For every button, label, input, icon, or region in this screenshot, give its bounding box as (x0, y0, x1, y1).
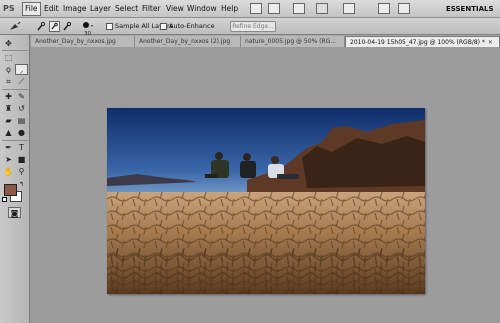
marquee-icon[interactable]: ⬚ (2, 52, 15, 63)
photoshop-logo: PS (3, 4, 15, 13)
shape-icon[interactable]: ■ (15, 154, 28, 165)
tab-document-3[interactable]: nature_0005.jpg @ 50% (RG... (241, 36, 345, 47)
document-tabs: Another_Day_by_nxxos.jpg Another_Day_by_… (31, 35, 500, 47)
move-icon[interactable]: ✥ (2, 38, 15, 49)
path-selection-icon[interactable]: ➤ (2, 154, 15, 165)
quick-selection-icon[interactable]: ⸝ (15, 64, 28, 75)
add-to-selection-icon[interactable] (49, 21, 60, 32)
tool-preset-icon[interactable] (8, 21, 22, 32)
auto-enhance-label: Auto-Enhance (169, 22, 215, 30)
extras-icon[interactable] (293, 3, 305, 14)
default-colors-icon[interactable] (2, 197, 7, 202)
menu-file[interactable]: File (22, 2, 41, 16)
refine-edge-button[interactable]: Refine Edge... (230, 21, 276, 32)
tool-divider (2, 89, 28, 90)
tab-document-2[interactable]: Another_Day_by_nxxos (2).jpg (135, 36, 241, 47)
brush-icon[interactable]: ✎ (15, 91, 28, 102)
close-icon[interactable]: ✕ (488, 39, 493, 46)
options-bar: 30 Sample All Layers Auto-Enhance Refine… (0, 18, 500, 37)
screen-mode-icon[interactable] (398, 3, 410, 14)
pen-icon[interactable]: ✒ (2, 142, 15, 153)
canvas-area[interactable] (31, 48, 500, 323)
desert-photo (107, 108, 425, 294)
blur-icon[interactable]: ▲ (2, 127, 15, 138)
tool-divider (2, 50, 28, 51)
sample-all-layers-checkbox[interactable] (106, 23, 113, 30)
tab-label: Another_Day_by_nxxos (2).jpg (139, 38, 231, 45)
tool-divider (2, 140, 28, 141)
arrange-documents-icon[interactable] (378, 3, 390, 14)
menu-edit[interactable]: Edit (44, 2, 59, 16)
menu-select[interactable]: Select (115, 2, 138, 16)
gradient-icon[interactable]: ▤ (15, 115, 28, 126)
tab-document-active[interactable]: 2010-04-19 15h05_47.jpg @ 100% (RGB/8) *… (345, 36, 500, 47)
healing-brush-icon[interactable]: ✚ (2, 91, 15, 102)
menu-bar: PS File Edit Image Layer Select Filter V… (0, 0, 500, 18)
dodge-icon[interactable]: ● (15, 127, 28, 138)
zoom-icon[interactable]: ⚲ (15, 166, 28, 177)
new-selection-icon[interactable] (36, 21, 47, 32)
menu-filter[interactable]: Filter (142, 2, 161, 16)
hand-tool-icon[interactable] (343, 3, 355, 14)
mini-bridge-icon[interactable] (268, 3, 280, 14)
tab-label: nature_0005.jpg @ 50% (RG... (245, 38, 337, 45)
menu-layer[interactable]: Layer (90, 2, 111, 16)
eraser-icon[interactable]: ▰ (2, 115, 15, 126)
bridge-icon[interactable] (250, 3, 262, 14)
tools-panel: ✥ ⬚ ϙ ⸝ ⌗ ⟋ ✚ ✎ ♜ ↺ ▰ ▤ ▲ ● ✒ T ➤ ■ ✋ ⚲ … (0, 35, 30, 323)
workspace-switcher[interactable]: ESSENTIALS (446, 2, 494, 16)
history-brush-icon[interactable]: ↺ (15, 103, 28, 114)
clone-stamp-icon[interactable]: ♜ (2, 103, 15, 114)
subtract-from-selection-icon[interactable] (62, 21, 73, 32)
tab-label: 2010-04-19 15h05_47.jpg @ 100% (RGB/8) * (350, 39, 485, 46)
menu-window[interactable]: Window (187, 2, 217, 16)
lasso-icon[interactable]: ϙ (2, 64, 15, 75)
menu-help[interactable]: Help (221, 2, 238, 16)
swap-colors-icon[interactable]: ↰ (19, 181, 24, 188)
quick-mask-icon[interactable]: ◙ (8, 207, 21, 218)
foreground-color-swatch[interactable] (4, 184, 17, 196)
tab-document-1[interactable]: Another_Day_by_nxxos.jpg (31, 36, 135, 47)
auto-enhance-checkbox[interactable] (160, 23, 167, 30)
tab-label: Another_Day_by_nxxos.jpg (35, 38, 116, 45)
menu-view[interactable]: View (166, 2, 184, 16)
menu-image[interactable]: Image (63, 2, 87, 16)
hand-icon[interactable]: ✋ (2, 166, 15, 177)
document-image[interactable] (107, 108, 425, 294)
type-icon[interactable]: T (15, 142, 28, 153)
crop-icon[interactable]: ⌗ (2, 76, 15, 87)
zoom-level-icon[interactable] (316, 3, 328, 14)
eyedropper-icon[interactable]: ⟋ (15, 76, 28, 87)
